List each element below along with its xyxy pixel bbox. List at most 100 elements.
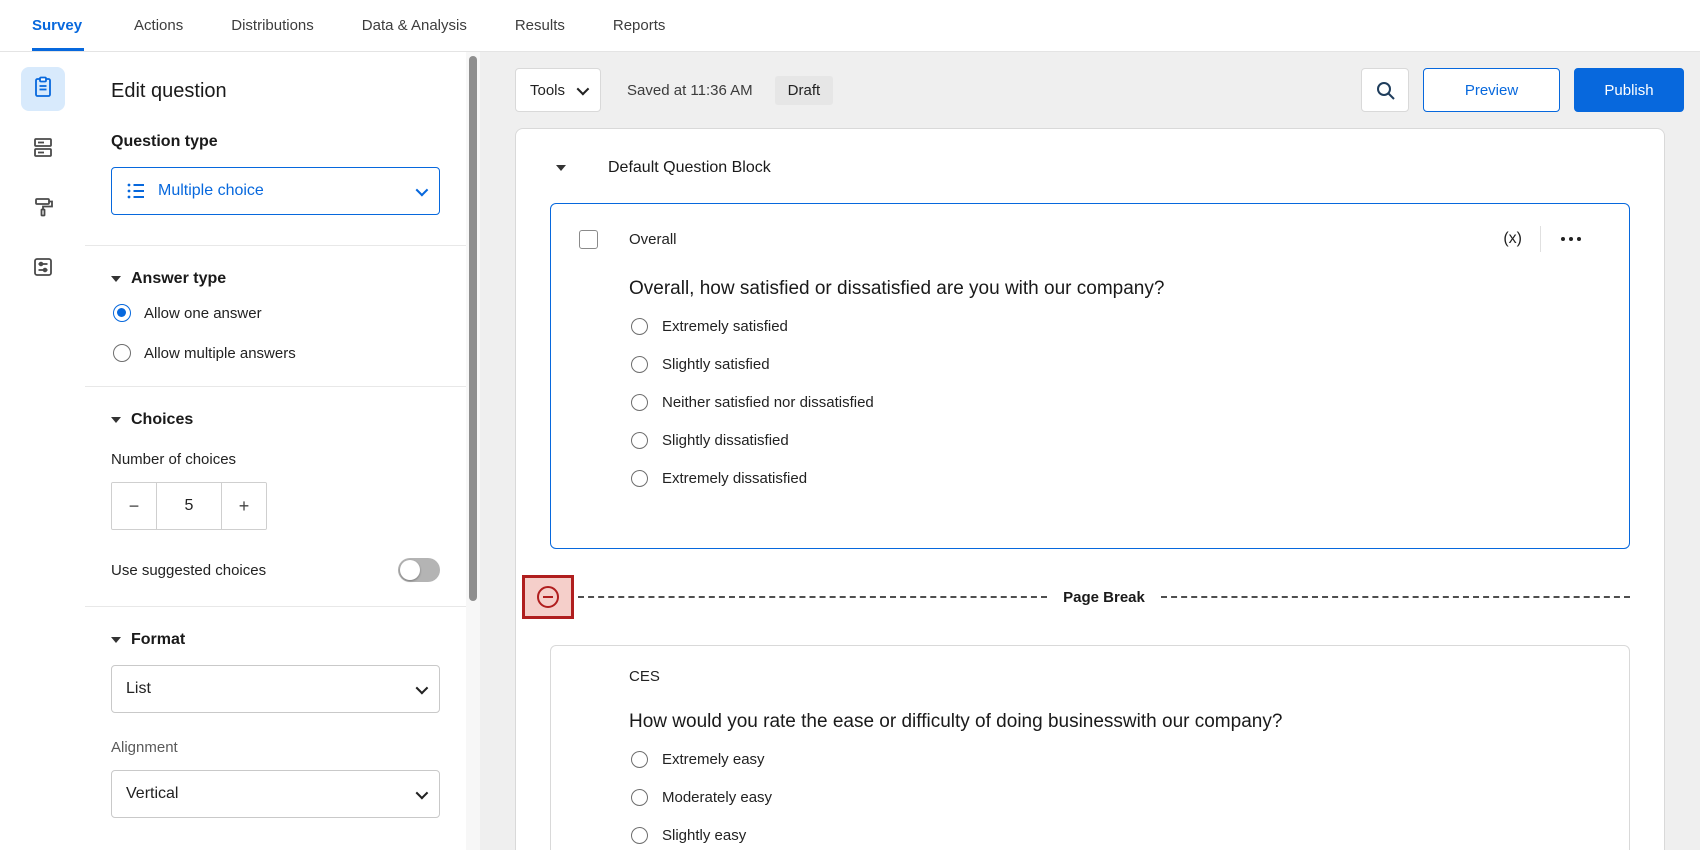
allow-one-answer-label: Allow one answer — [144, 305, 262, 322]
choice-row[interactable]: Neither satisfied nor dissatisfied — [631, 394, 1601, 411]
choice-label: Slightly easy — [662, 827, 746, 844]
radio-icon — [631, 751, 648, 768]
collapse-triangle-icon — [111, 637, 121, 643]
look-and-feel-nav-button[interactable] — [21, 187, 65, 231]
section-divider — [85, 606, 466, 607]
question-header: CES — [579, 668, 1601, 685]
allow-one-answer-radio[interactable]: Allow one answer — [113, 304, 440, 322]
search-icon — [1375, 80, 1396, 101]
question-text[interactable]: Overall, how satisfied or dissatisfied a… — [629, 278, 1601, 300]
remove-question-button[interactable]: (x) — [1485, 230, 1540, 248]
survey-builder-nav-button[interactable] — [21, 67, 65, 111]
choice-label: Slightly dissatisfied — [662, 432, 789, 449]
collapse-triangle-icon — [111, 276, 121, 282]
chevron-down-icon — [416, 183, 429, 196]
choice-row[interactable]: Slightly easy — [631, 827, 1601, 844]
choice-row[interactable]: Extremely easy — [631, 751, 1601, 768]
use-suggested-choices-label: Use suggested choices — [111, 562, 266, 579]
tab-actions[interactable]: Actions — [110, 0, 207, 51]
tab-reports[interactable]: Reports — [589, 0, 690, 51]
more-options-icon[interactable] — [1541, 237, 1601, 241]
question-id-label: Overall — [629, 231, 677, 248]
collapse-triangle-icon — [111, 417, 121, 423]
draft-status-badge: Draft — [775, 76, 834, 105]
radio-icon — [631, 394, 648, 411]
answer-type-heading: Answer type — [131, 270, 226, 288]
tools-label: Tools — [530, 82, 565, 99]
choice-row[interactable]: Extremely satisfied — [631, 318, 1601, 335]
choice-label: Extremely easy — [662, 751, 765, 768]
decrease-choices-button[interactable]: − — [112, 483, 156, 529]
survey-flow-icon — [31, 255, 55, 284]
question-type-value: Multiple choice — [158, 182, 264, 200]
chevron-down-icon — [416, 681, 429, 694]
choice-label: Extremely satisfied — [662, 318, 788, 335]
format-heading: Format — [131, 631, 185, 649]
alignment-dropdown[interactable]: Vertical — [111, 770, 440, 818]
choices-section-toggle[interactable]: Choices — [111, 411, 440, 429]
section-divider — [85, 386, 466, 387]
number-of-choices-label: Number of choices — [111, 451, 440, 468]
suggested-choices-toggle[interactable] — [398, 558, 440, 582]
radio-icon — [631, 789, 648, 806]
choice-label: Neither satisfied nor dissatisfied — [662, 394, 874, 411]
radio-icon — [631, 470, 648, 487]
tools-dropdown-button[interactable]: Tools — [515, 68, 601, 112]
question-id-label: CES — [629, 668, 660, 685]
block-collapse-triangle-icon[interactable] — [556, 165, 566, 171]
chevron-down-icon — [577, 82, 590, 95]
choice-row[interactable]: Slightly satisfied — [631, 356, 1601, 373]
paint-roller-icon — [31, 195, 55, 224]
panel-title: Edit question — [111, 80, 440, 103]
toolbar-right-group: Preview Publish — [1361, 68, 1684, 112]
tab-results[interactable]: Results — [491, 0, 589, 51]
survey-canvas-area: Tools Saved at 11:36 AM Draft Preview Pu… — [480, 52, 1700, 850]
multiple-choice-list-icon — [126, 181, 146, 201]
question-header-actions: (x) — [1485, 226, 1601, 252]
alignment-value: Vertical — [126, 785, 178, 803]
search-button[interactable] — [1361, 68, 1409, 112]
format-section-toggle[interactable]: Format — [111, 631, 440, 649]
preview-button[interactable]: Preview — [1423, 68, 1560, 112]
panel-scrollbar-thumb[interactable] — [469, 56, 477, 601]
increase-choices-button[interactable]: + — [222, 483, 266, 529]
chevron-down-icon — [416, 786, 429, 799]
format-value: List — [126, 680, 151, 698]
answer-type-section-toggle[interactable]: Answer type — [111, 270, 440, 288]
question-block-canvas: Default Question Block Overall (x) Overa… — [515, 128, 1665, 850]
radio-icon — [631, 432, 648, 449]
question-select-checkbox[interactable] — [579, 230, 598, 249]
question-type-dropdown[interactable]: Multiple choice — [111, 167, 440, 215]
radio-icon — [631, 827, 648, 844]
choice-label: Extremely dissatisfied — [662, 470, 807, 487]
page-break-dashed-line — [578, 596, 1047, 598]
choice-row[interactable]: Slightly dissatisfied — [631, 432, 1601, 449]
choice-label: Moderately easy — [662, 789, 772, 806]
choice-label: Slightly satisfied — [662, 356, 770, 373]
question-card-ces[interactable]: CES How would you rate the ease or diffi… — [550, 645, 1630, 850]
number-of-choices-stepper: − 5 + — [111, 482, 267, 530]
page-break-dashed-line — [1161, 596, 1630, 598]
remove-page-break-button-highlighted[interactable] — [522, 575, 574, 619]
question-text[interactable]: How would you rate the ease or difficult… — [629, 711, 1601, 733]
format-dropdown[interactable]: List — [111, 665, 440, 713]
tab-distributions[interactable]: Distributions — [207, 0, 338, 51]
survey-flow-nav-button[interactable] — [21, 247, 65, 291]
tab-survey[interactable]: Survey — [32, 0, 110, 51]
block-header: Default Question Block — [550, 159, 1630, 177]
allow-multiple-answers-radio[interactable]: Allow multiple answers — [113, 344, 440, 362]
question-card-overall[interactable]: Overall (x) Overall, how satisfied or di… — [550, 203, 1630, 549]
radio-icon — [631, 356, 648, 373]
publish-button[interactable]: Publish — [1574, 68, 1684, 112]
choices-count-value: 5 — [156, 483, 222, 529]
radio-unselected-icon — [113, 344, 131, 362]
editor-toolbar: Tools Saved at 11:36 AM Draft Preview Pu… — [480, 52, 1700, 128]
blocks-icon — [31, 135, 55, 164]
choices-heading: Choices — [131, 411, 193, 429]
choice-list: Extremely easy Moderately easy Slightly … — [631, 751, 1601, 844]
choice-row[interactable]: Extremely dissatisfied — [631, 470, 1601, 487]
blocks-nav-button[interactable] — [21, 127, 65, 171]
minus-circle-icon — [537, 586, 559, 608]
choice-row[interactable]: Moderately easy — [631, 789, 1601, 806]
tab-data-analysis[interactable]: Data & Analysis — [338, 0, 491, 51]
